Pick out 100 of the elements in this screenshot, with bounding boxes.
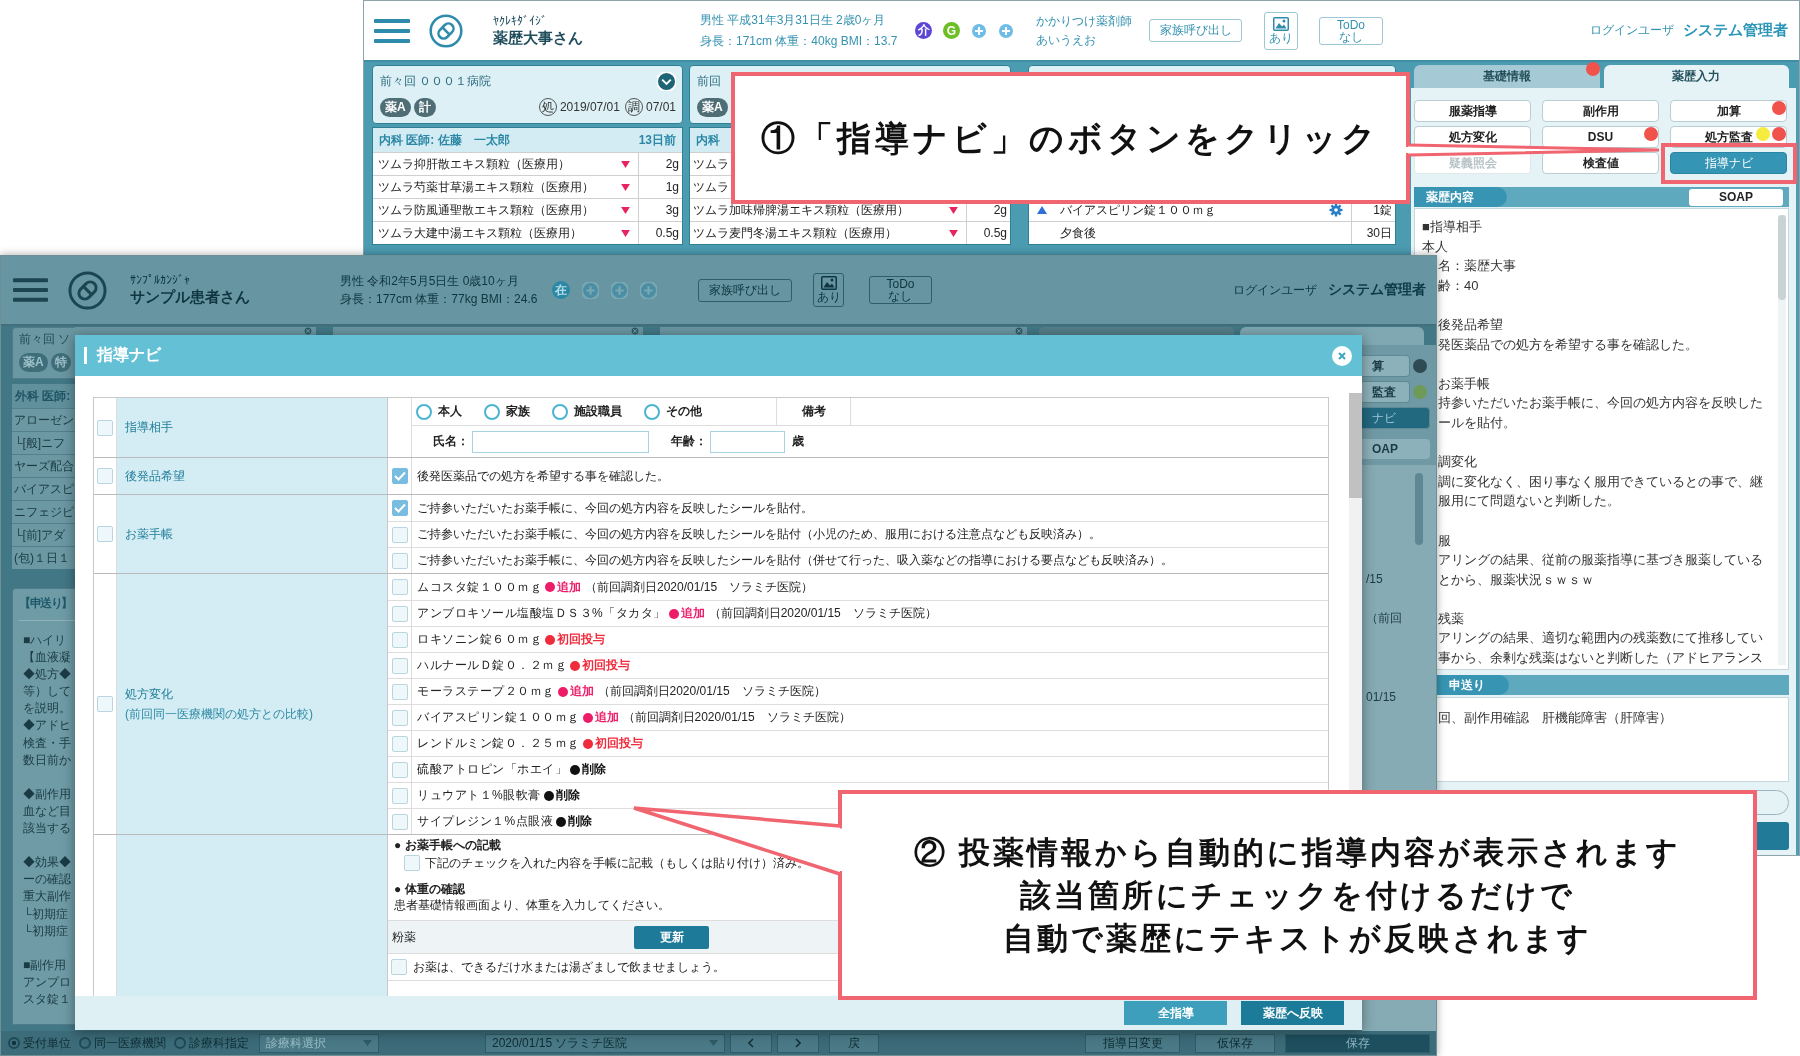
section-label: 指導相手 [125,419,173,436]
handover-line: ◆副作用 [23,785,71,803]
drug-name: ツムラ防風通聖散エキス顆粒（医療用） [378,201,595,219]
checkbox[interactable] [97,526,113,542]
checkbox[interactable] [391,526,408,543]
radio-button[interactable] [644,403,660,420]
close-icon[interactable] [304,327,312,335]
days-ago: 13日前 [638,131,676,149]
handover-line: ■副作用 [23,956,67,974]
previous-button[interactable] [730,1033,772,1053]
radio-button[interactable] [416,403,432,420]
add-icon[interactable] [582,281,599,299]
category-button[interactable]: 指導ナビ [1670,152,1787,174]
radio-button[interactable] [79,1037,91,1049]
category-button[interactable]: 服薬指導 [1414,100,1531,122]
name-field[interactable] [472,430,649,453]
menu-icon[interactable] [374,18,410,43]
scrollbar-thumb[interactable] [1415,473,1423,545]
department-select[interactable]: 診療科選択 [259,1033,379,1053]
chevron-down-icon[interactable] [657,71,676,91]
category-button[interactable]: DSU [1542,126,1659,148]
checkbox[interactable] [97,419,113,436]
family-call-button[interactable]: 家族呼び出し [1149,19,1242,42]
tab[interactable]: 薬歴入力 [1603,65,1789,88]
add-icon[interactable] [611,281,628,299]
scrollbar-thumb[interactable] [1349,393,1362,498]
checkbox[interactable] [391,683,408,700]
draft-save-button[interactable]: 仮保存 [1195,1033,1275,1053]
checkbox[interactable] [391,657,408,674]
title-marker-icon [84,347,87,364]
family-call-button[interactable]: 家族呼び出し [698,278,792,302]
checkbox[interactable] [391,605,408,622]
checkbox[interactable] [391,787,408,804]
category-button[interactable]: 副作用 [1542,100,1659,122]
category-button[interactable]: 監査 [1362,381,1410,403]
checkbox[interactable] [404,855,420,871]
todo-button[interactable]: ToDo なし [1319,16,1383,45]
save-button[interactable]: 保存 [1285,1033,1430,1053]
checkbox[interactable] [391,552,408,569]
checkbox[interactable] [391,631,408,648]
record-line: とから、服薬状況ｓｗｓｗ [1438,570,1594,589]
record-line: 調に変化なく、困り事なく服用できているとの事で、継 [1438,472,1763,491]
checkbox[interactable] [391,735,408,752]
radio-button[interactable] [552,403,568,420]
radio-button[interactable] [484,403,500,420]
visit-select[interactable]: 2020/01/15 ソラミチ医院 [485,1033,725,1053]
drug-name: 夕食後 [1060,224,1097,242]
checkbox[interactable] [391,709,408,726]
add-icon[interactable] [640,281,657,299]
checkbox[interactable] [391,959,407,975]
scrollbar-thumb[interactable] [1778,215,1786,300]
section-tab[interactable]: 薬歴内容 [1414,187,1507,207]
tab[interactable]: 基礎情報 [1414,65,1600,88]
down-triangle-icon [621,183,630,191]
image-button[interactable]: あり [813,273,844,307]
record-line: 後発品希望 [1438,315,1503,334]
checkbox[interactable] [391,468,408,484]
patient-tag[interactable]: 介 [915,22,932,39]
chevron-right-icon [795,1038,801,1048]
update-button[interactable]: 更新 [634,925,709,949]
checkbox[interactable] [391,579,408,595]
checkbox[interactable] [391,500,408,516]
todo-button[interactable]: ToDo なし [869,276,932,304]
checkbox[interactable] [391,761,408,778]
category-button[interactable]: ナビ [1362,407,1430,429]
soap-button[interactable]: SOAP [1689,188,1783,206]
category-button[interactable]: 加算 [1670,100,1787,122]
doctor-name: 外科 医師: [15,387,71,405]
close-icon[interactable] [631,327,639,335]
menu-icon[interactable] [13,278,48,302]
dialog-action-button[interactable]: 薬歴へ反映 [1241,1001,1344,1025]
doctor-name: 内科 [696,131,720,149]
next-button[interactable] [777,1033,819,1053]
patient-tag[interactable]: 在 [552,281,570,299]
pill-logo-icon [429,13,463,48]
record-line: 名：薬歴大事 [1438,257,1516,276]
age-field[interactable] [710,430,785,453]
checkbox[interactable] [391,813,408,830]
checkbox[interactable] [97,468,113,484]
back-button[interactable]: 戻 [829,1033,879,1053]
section-tab[interactable]: 申送り [1437,675,1509,695]
checkbox[interactable] [97,696,113,712]
radio-label: 受付単位 [23,1034,71,1052]
category-button[interactable]: 算 [1362,355,1410,377]
category-button[interactable]: 検査値 [1542,152,1659,174]
dialog-action-button[interactable]: 全指導 [1124,1001,1227,1025]
option-text: ご持参いただいたお薬手帳に、今回の処方内容を反映したシールを貼付。 [416,499,813,517]
doctor-name: 内科 医師: 佐藤 一太郎 [379,131,510,149]
radio-button[interactable] [8,1037,20,1049]
radio-button[interactable] [174,1037,186,1049]
tab[interactable] [1039,327,1234,335]
patient-tag[interactable]: G [943,22,960,39]
close-icon[interactable] [1015,327,1023,335]
patient-info: 身長：171cm 体重：40kg BMI：13.7 [700,32,898,50]
handover-line: ■ハイリ [23,632,67,649]
image-button[interactable]: あり [1264,11,1298,50]
soap-button[interactable]: OAP [1362,439,1430,459]
close-button[interactable] [1332,345,1352,366]
down-triangle-icon [949,206,958,214]
change-date-button[interactable]: 指導日変更 [1085,1033,1180,1053]
